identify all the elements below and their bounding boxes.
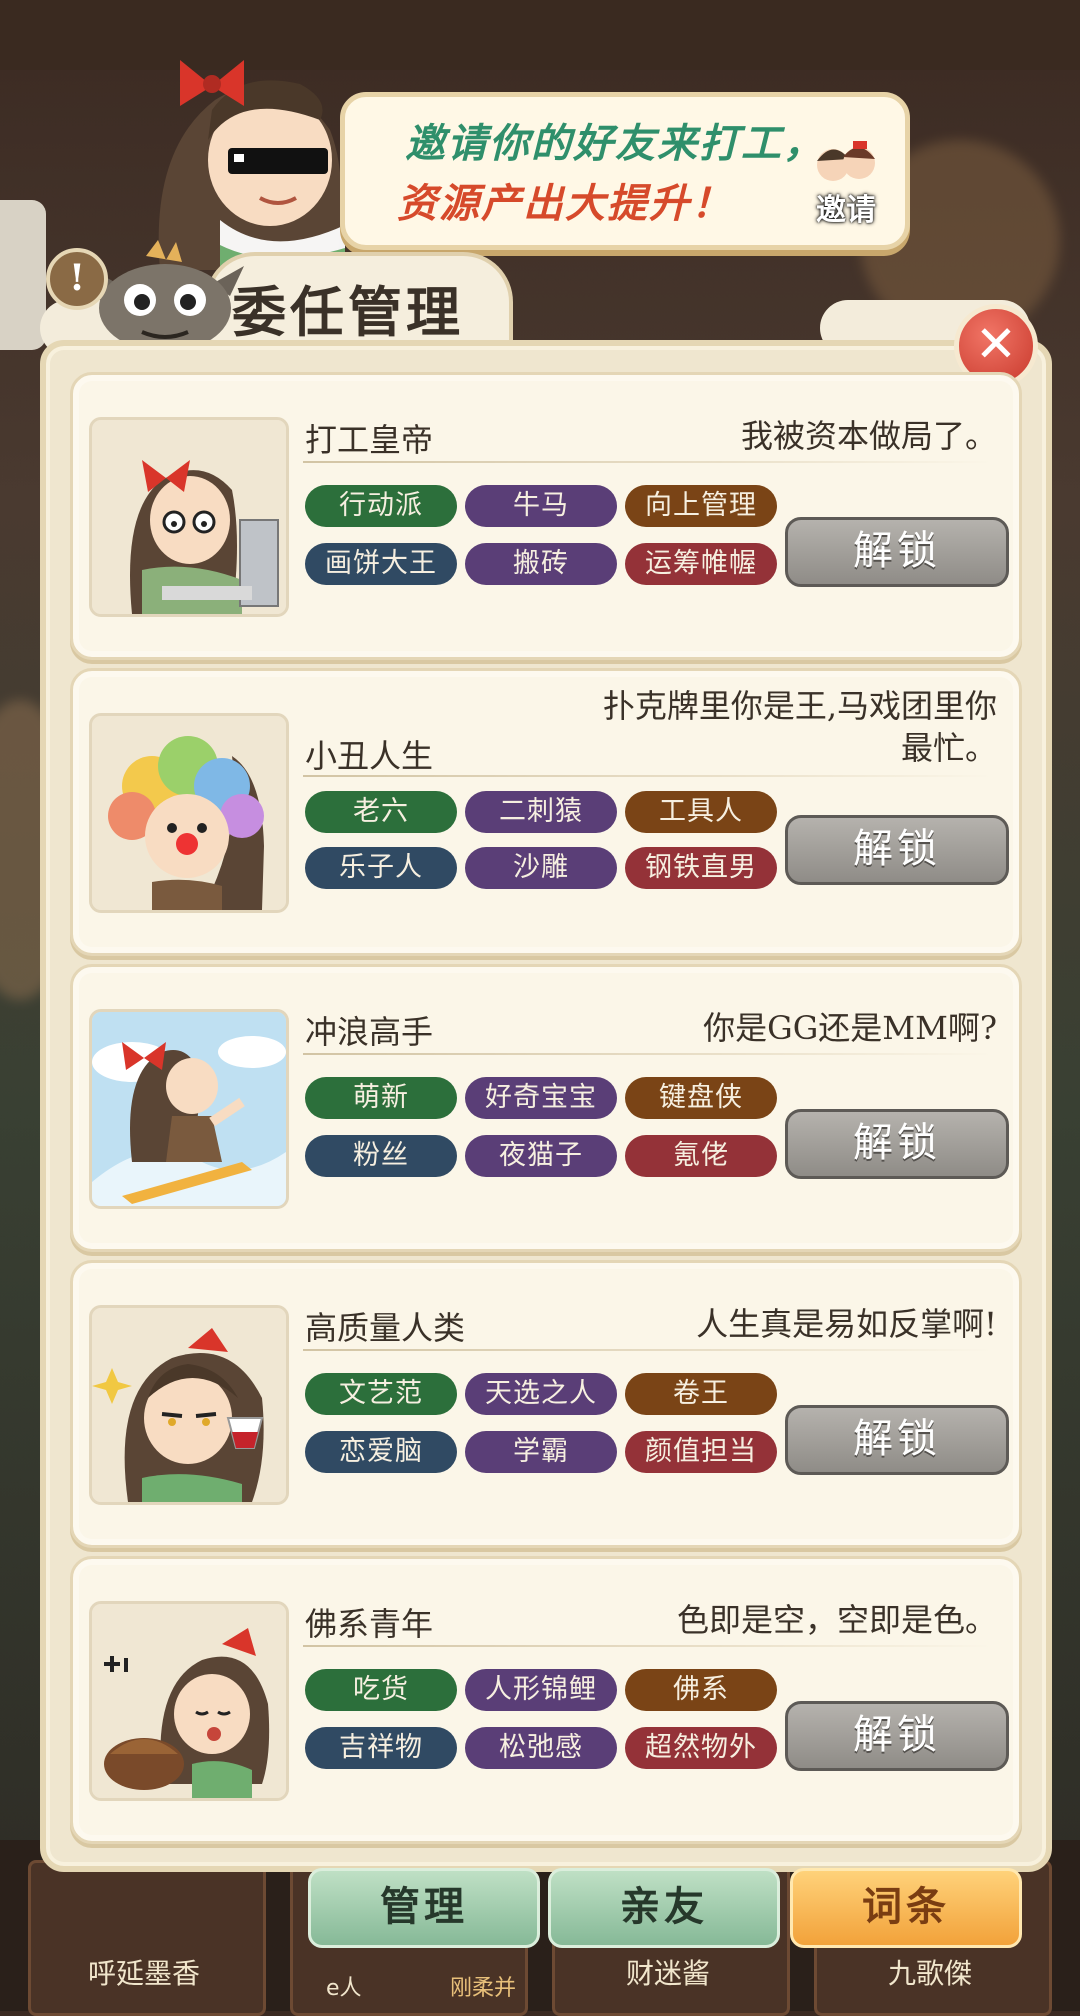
- sleeping-girl-icon: [92, 1604, 286, 1798]
- character-avatar: [89, 713, 289, 913]
- trait-tag: 画饼大王: [305, 543, 457, 585]
- office-worker-icon: [92, 420, 286, 614]
- divider: [303, 1053, 993, 1055]
- trait-tag: 好奇宝宝: [465, 1077, 617, 1119]
- tab-traits[interactable]: 词条: [790, 1868, 1022, 1948]
- trait-tag: 粉丝: [305, 1135, 457, 1177]
- trait-tag: 恋爱脑: [305, 1431, 457, 1473]
- character-avatar: [89, 1601, 289, 1801]
- trait-tag: 天选之人: [465, 1373, 617, 1415]
- character-avatar: [89, 1009, 289, 1209]
- character-motto-line-2: 最忙。: [900, 729, 997, 767]
- trait-tag: 夜猫子: [465, 1135, 617, 1177]
- character-name: 冲浪高手: [305, 1013, 434, 1051]
- invite-banner[interactable]: 邀请你的好友来打工， 资源产出大提升！ 邀请: [340, 92, 910, 250]
- character-name: 高质量人类: [305, 1309, 466, 1347]
- unlock-button[interactable]: 解锁: [785, 1405, 1009, 1475]
- character-avatar: [89, 417, 289, 617]
- character-motto: 我被资本做局了。: [740, 417, 997, 455]
- character-card: 打工皇帝 我被资本做局了。 行动派 牛马 向上管理 画饼大王 搬砖 运筹帷幄 解…: [70, 372, 1022, 660]
- trait-tag: 文艺范: [305, 1373, 457, 1415]
- character-card: 小丑人生 扑克牌里你是王,马戏团里你 最忙。 老六 二刺猿 工具人 乐子人 沙雕…: [70, 668, 1022, 956]
- unlock-button[interactable]: 解锁: [785, 815, 1009, 885]
- trait-tag: 人形锦鲤: [465, 1669, 617, 1711]
- trait-tag: 键盘侠: [625, 1077, 777, 1119]
- trait-tag: 颜值担当: [625, 1431, 777, 1473]
- character-name: 小丑人生: [305, 737, 434, 775]
- character-avatar: [89, 1305, 289, 1505]
- trait-tag: 向上管理: [625, 485, 777, 527]
- trait-tag: 吉祥物: [305, 1727, 457, 1769]
- trait-tag: 学霸: [465, 1431, 617, 1473]
- character-name: 佛系青年: [305, 1605, 434, 1643]
- page-title: 委任管理: [232, 280, 464, 344]
- trait-tag: 行动派: [305, 485, 457, 527]
- trait-tag: 氪佬: [625, 1135, 777, 1177]
- info-icon[interactable]: !: [46, 248, 108, 310]
- character-card: 佛系青年 色即是空，空即是色。 吃货 人形锦鲤 佛系 吉祥物 松弛感 超然物外 …: [70, 1556, 1022, 1844]
- trait-tag: 佛系: [625, 1669, 777, 1711]
- invite-button[interactable]: 邀请: [807, 137, 885, 229]
- tab-manage[interactable]: 管理: [308, 1868, 540, 1948]
- trait-tag: 吃货: [305, 1669, 457, 1711]
- character-card: 高质量人类 人生真是易如反掌啊! 文艺范 天选之人 卷王 恋爱脑 学霸 颜值担当…: [70, 1260, 1022, 1548]
- trait-tag: 松弛感: [465, 1727, 617, 1769]
- divider: [303, 461, 993, 463]
- character-motto: 你是GG还是MM啊?: [703, 1009, 997, 1047]
- divider: [303, 1645, 993, 1647]
- unlock-button[interactable]: 解锁: [785, 1109, 1009, 1179]
- divider: [303, 1349, 993, 1351]
- background-hero-name: 呼延墨香: [87, 1957, 200, 1990]
- trait-tag: 牛马: [465, 485, 617, 527]
- character-motto: 人生真是易如反掌啊!: [696, 1305, 997, 1343]
- trait-tag: 沙雕: [465, 847, 617, 889]
- tab-friends[interactable]: 亲友: [548, 1868, 780, 1948]
- trait-tag: 搬砖: [465, 543, 617, 585]
- background-hero-name: 财迷酱: [625, 1957, 710, 1990]
- character-motto-line-1: 扑克牌里你是王,马戏团里你: [602, 687, 997, 725]
- trait-tag: 乐子人: [305, 847, 457, 889]
- trait-tag: 二刺猿: [465, 791, 617, 833]
- invite-line-1: 邀请你的好友来打工，: [405, 120, 825, 167]
- invite-line-2: 资源产出大提升！: [397, 180, 733, 227]
- trait-tag: 钢铁直男: [625, 847, 777, 889]
- trait-tag: 工具人: [625, 791, 777, 833]
- trait-tag: 萌新: [305, 1077, 457, 1119]
- background-tag: e人: [326, 1976, 362, 2001]
- trait-tag: 运筹帷幄: [625, 543, 777, 585]
- background-hero-card: [28, 1860, 266, 2016]
- character-card: 冲浪高手 你是GG还是MM啊? 萌新 好奇宝宝 键盘侠 粉丝 夜猫子 氪佬 解锁: [70, 964, 1022, 1252]
- background-hero-name: 九歌傑: [887, 1957, 972, 1990]
- trait-tag: 超然物外: [625, 1727, 777, 1769]
- unlock-button[interactable]: 解锁: [785, 517, 1009, 587]
- trait-tag: 老六: [305, 791, 457, 833]
- invite-badge-label: 邀请: [816, 193, 876, 228]
- character-name: 打工皇帝: [305, 421, 434, 459]
- unlock-button[interactable]: 解锁: [785, 1701, 1009, 1771]
- wine-glass-girl-icon: [92, 1308, 286, 1502]
- trait-tag: 卷王: [625, 1373, 777, 1415]
- character-motto: 色即是空，空即是色。: [676, 1601, 997, 1639]
- clown-icon: [92, 716, 286, 910]
- surfer-icon: [92, 1012, 286, 1206]
- friends-icon: [817, 141, 875, 181]
- dragon-icon: [86, 240, 244, 352]
- divider: [303, 775, 993, 777]
- background-upgrade: 刚柔并: [450, 1976, 517, 2001]
